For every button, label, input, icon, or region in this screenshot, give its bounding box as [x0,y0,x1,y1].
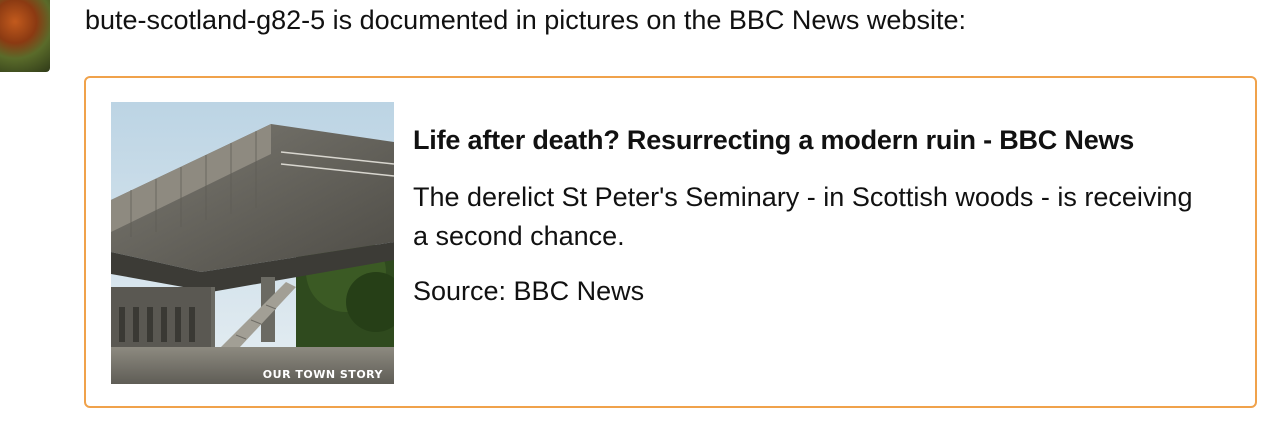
link-preview-card[interactable]: OUR TOWN STORY Life after death? Resurre… [84,76,1257,408]
link-preview-image: OUR TOWN STORY [111,102,394,384]
link-preview-description: The derelict St Peter's Seminary - in Sc… [413,182,1193,251]
image-caption: OUR TOWN STORY [263,368,384,381]
link-preview-body: Life after death? Resurrecting a modern … [413,122,1213,309]
link-preview-title[interactable]: Life after death? Resurrecting a modern … [413,122,1213,158]
post-intro-text: bute-scotland-g82-5 is documented in pic… [85,5,966,35]
link-preview-source: Source: BBC News [413,276,645,306]
user-avatar[interactable] [0,0,50,72]
